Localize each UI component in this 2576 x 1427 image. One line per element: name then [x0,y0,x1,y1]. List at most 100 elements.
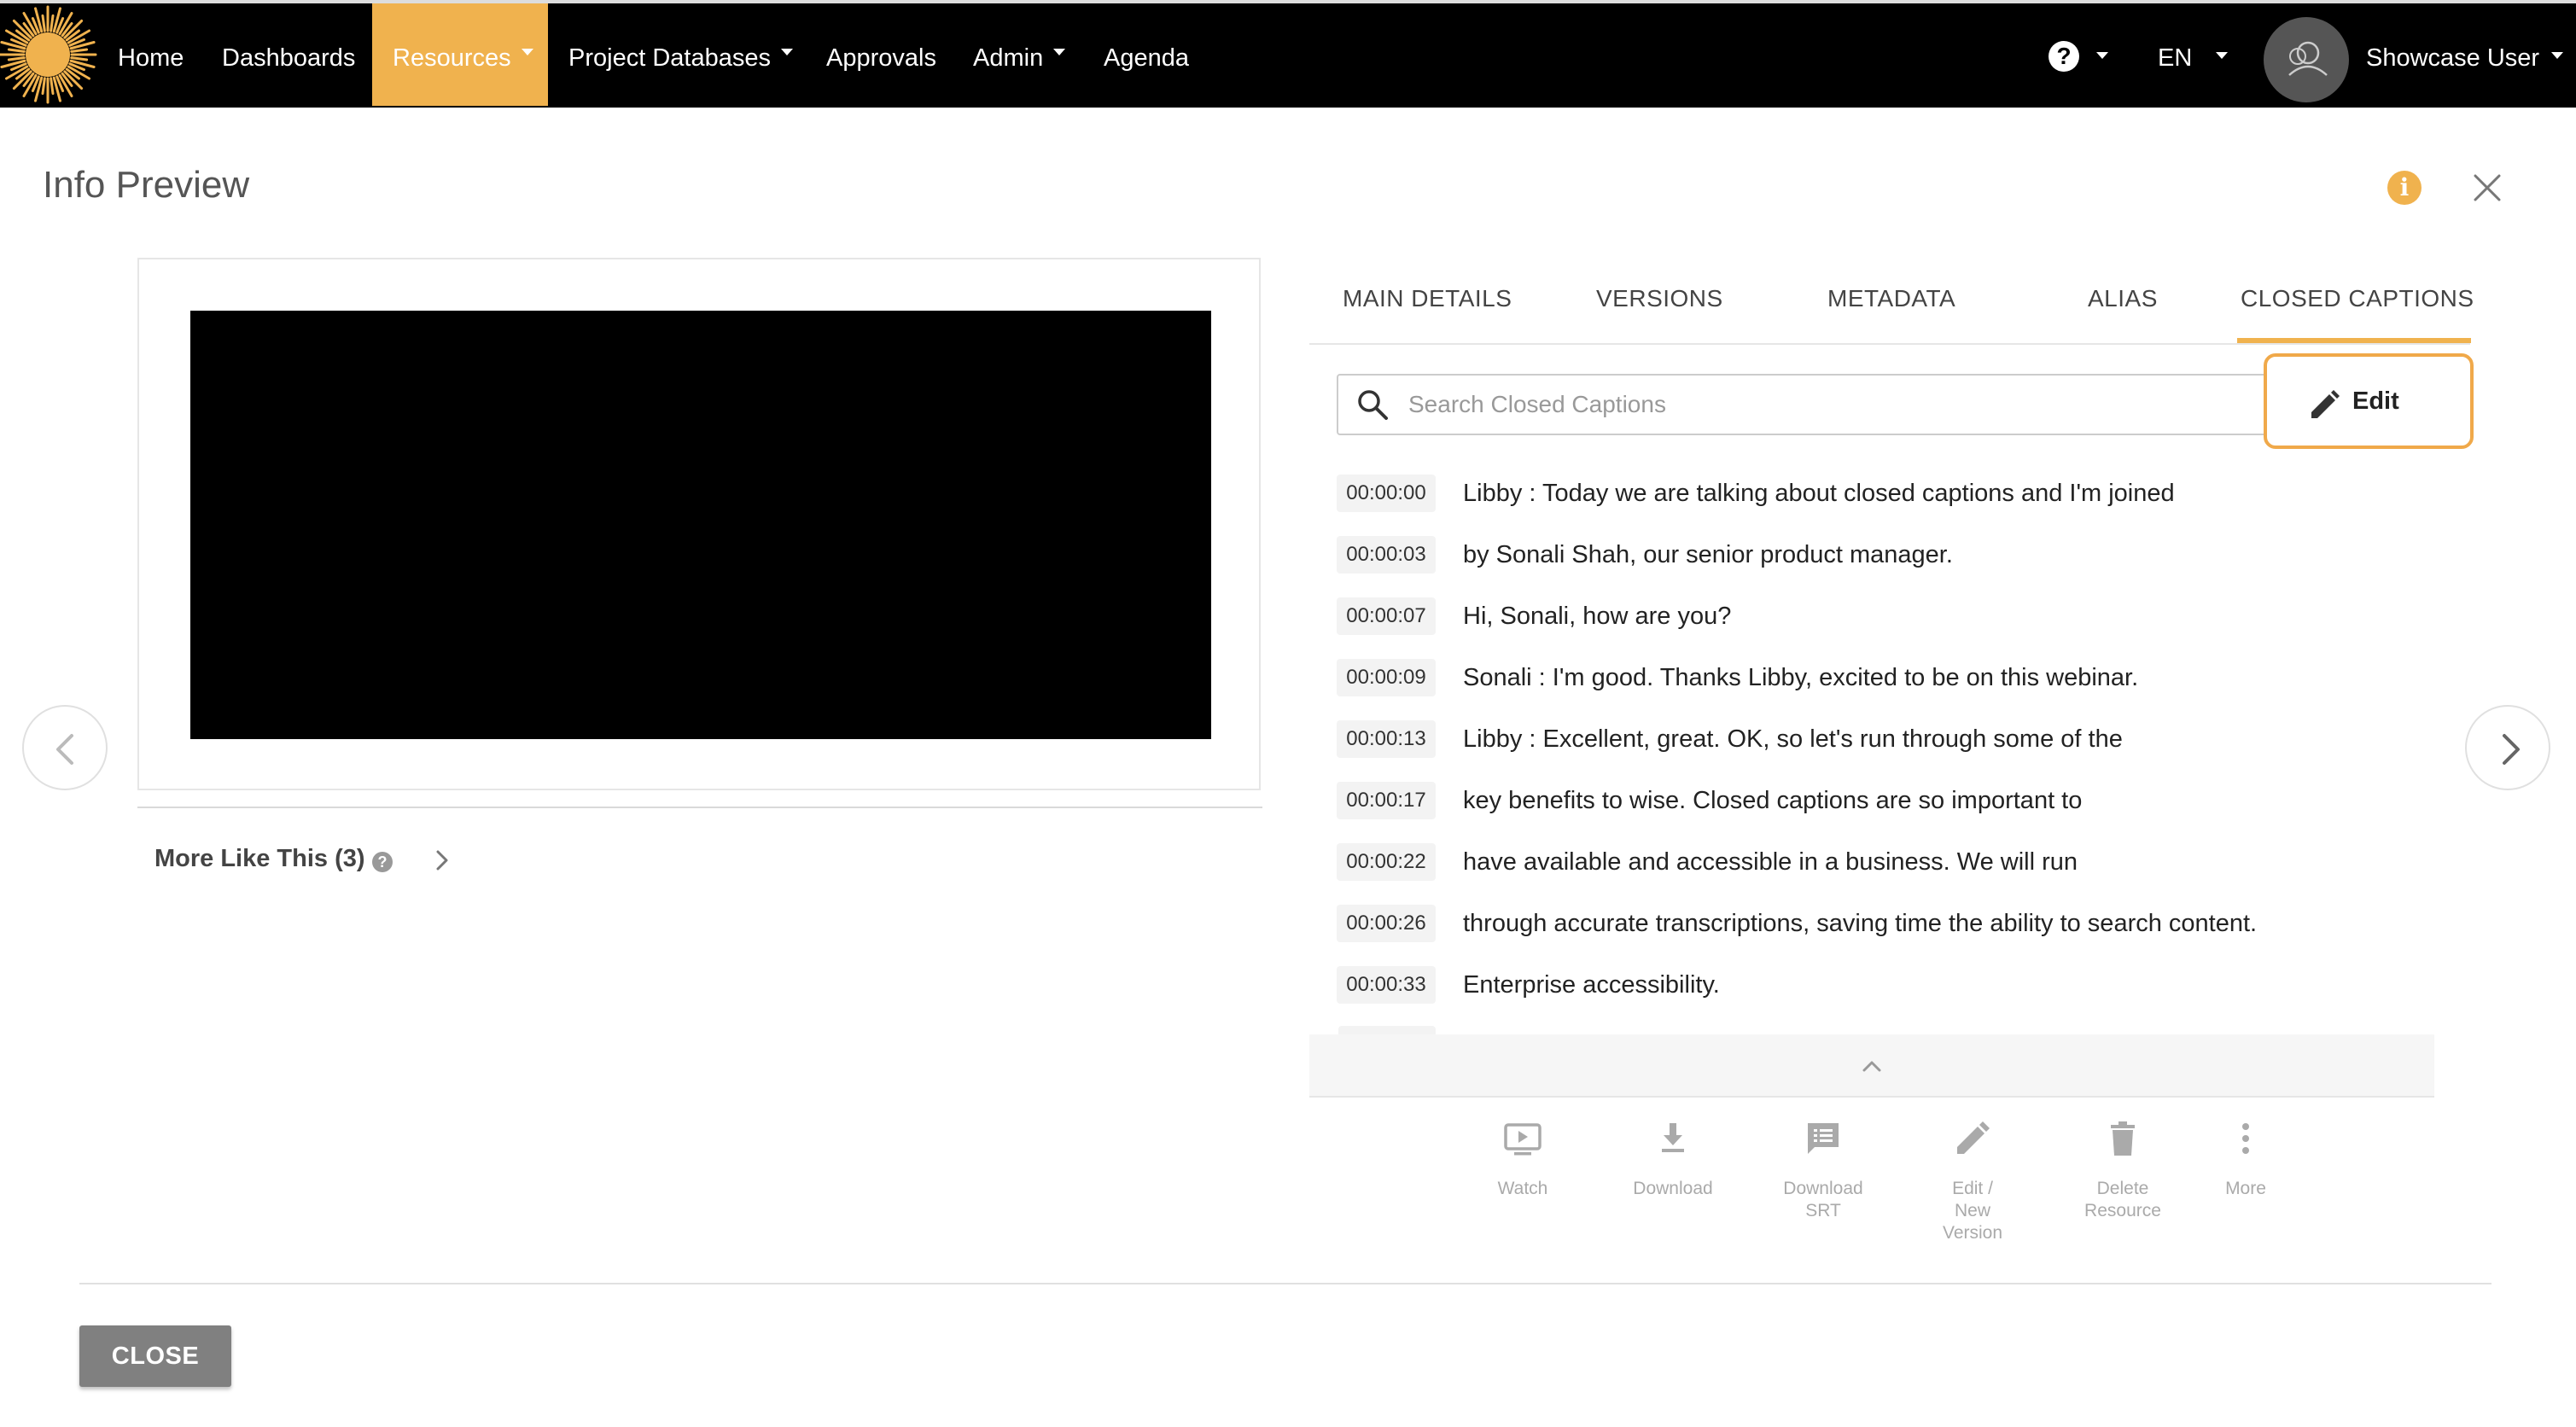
caption-timestamp[interactable]: 00:00:03 [1337,536,1436,574]
caption-timestamp[interactable]: 00:00:09 [1337,659,1436,696]
logo-ray [7,48,26,53]
edit-version-icon [1957,1121,1990,1154]
download-srt-label-line: Download [1783,1179,1863,1198]
nav-admin[interactable]: Admin [973,3,1066,106]
edit-version-label-line: Edit / [1952,1179,1993,1198]
search-placeholder: Search Closed Captions [1408,391,1666,417]
help-dropdown[interactable] [2096,3,2108,106]
delete-icon [2111,1121,2135,1156]
more-like-this-label[interactable]: More Like This (3) [154,845,365,873]
user-menu[interactable]: Showcase User [2366,3,2564,106]
download-srt-icon [1808,1123,1839,1154]
caption-text: Enterprise accessibility. [1463,971,1720,999]
brand-logo-icon[interactable] [0,2,99,104]
chevron-down-icon [2551,52,2564,59]
caption-text: key benefits to wise. Closed captions ar… [1463,787,2083,814]
active-tab-indicator [2237,338,2471,343]
caption-timestamp[interactable]: 00:00:13 [1337,720,1436,758]
more-action[interactable]: More [2190,1118,2301,1200]
top-navbar: Home Dashboards Resources Project Databa… [0,0,2576,108]
language-label: EN [2158,44,2193,72]
edit-version-label-line: New [1954,1201,1990,1220]
close-icon[interactable] [2472,172,2503,203]
nav-resources-label: Resources [393,44,511,72]
caption-timestamp[interactable]: 00:00:26 [1337,905,1436,942]
search-closed-captions-input[interactable]: Search Closed Captions [1337,374,2277,435]
logo-ray [70,48,89,53]
page-title: Info Preview [43,164,250,206]
previous-resource-button[interactable] [22,705,108,790]
caption-text: have available and accessible in a busin… [1463,848,2078,876]
download-label: Download [1617,1178,1728,1200]
edit-version-label-line: Version [1942,1223,2003,1243]
logo-ray [50,77,55,96]
caption-timestamp[interactable]: 00:00:00 [1337,475,1436,512]
nav-project-databases[interactable]: Project Databases [568,3,793,106]
nav-approvals[interactable]: Approvals [826,3,936,106]
logo-ray [41,77,46,96]
watch-label: Watch [1467,1178,1578,1200]
download-srt-label-line: SRT [1805,1201,1841,1220]
download-action[interactable]: Download [1617,1118,1728,1200]
language-selector[interactable]: EN [2158,3,2229,106]
tab-closed-captions[interactable]: CLOSED CAPTIONS [2241,285,2474,312]
tab-metadata[interactable]: METADATA [1827,285,1955,312]
close-button[interactable]: CLOSE [79,1325,231,1387]
collapse-captions-bar[interactable] [1309,1034,2434,1098]
chevron-up-icon [1862,1061,1881,1072]
edit-captions-label: Edit [2352,387,2399,415]
nav-approvals-label: Approvals [826,44,936,72]
more-like-this-help-icon[interactable]: ? [372,852,393,872]
help-icon[interactable]: ? [2049,41,2079,72]
user-name: Showcase User [2366,44,2540,72]
next-resource-button[interactable] [2465,705,2550,790]
edit-captions-button[interactable]: Edit [2264,353,2474,449]
nav-agenda-label: Agenda [1104,44,1189,72]
nav-home[interactable]: Home [118,3,184,106]
chevron-right-icon[interactable] [430,848,454,872]
logo-ray [41,14,46,32]
chevron-down-icon [2096,52,2108,59]
watch-label-line: Watch [1497,1179,1548,1198]
download-label-line: Download [1633,1179,1713,1198]
caption-text: through accurate transcriptions, saving … [1463,910,2258,937]
more-label-line: More [2225,1179,2266,1198]
chevron-left-icon [56,734,73,765]
pencil-icon [2311,390,2340,418]
watch-action[interactable]: Watch [1467,1118,1578,1200]
info-icon[interactable]: i [2387,171,2422,205]
delete-resource-label: Delete Resource [2067,1178,2178,1222]
caption-timestamp[interactable]: 00:00:22 [1337,843,1436,881]
nav-dashboards-label: Dashboards [222,44,356,72]
user-icon [2288,41,2328,76]
more-vertical-icon [2242,1123,2249,1154]
nav-resources[interactable]: Resources [372,3,548,106]
user-avatar[interactable] [2264,17,2349,102]
nav-dashboards[interactable]: Dashboards [222,3,355,106]
tab-alias[interactable]: ALIAS [2088,285,2158,312]
caption-text: by Sonali Shah, our senior product manag… [1463,541,1953,568]
caption-timestamp[interactable]: 00:00:07 [1337,597,1436,635]
preview-divider [137,807,1262,808]
edit-version-action[interactable]: Edit / New Version [1917,1118,2028,1244]
caption-timestamp[interactable]: 00:00:17 [1337,782,1436,819]
delete-resource-label-line: Resource [2084,1201,2161,1220]
nav-home-label: Home [118,44,184,72]
logo-ray [70,56,89,61]
search-icon [1358,390,1388,420]
tab-main-details[interactable]: MAIN DETAILS [1343,285,1512,312]
chevron-down-icon [780,49,793,56]
nav-project-databases-label: Project Databases [568,44,771,72]
download-srt-action[interactable]: Download SRT [1768,1118,1879,1222]
caption-timestamp[interactable]: 00:00:33 [1337,966,1436,1004]
delete-resource-action[interactable]: Delete Resource [2067,1118,2178,1222]
caption-text: Hi, Sonali, how are you? [1463,603,1732,630]
nav-admin-label: Admin [973,44,1044,72]
nav-agenda[interactable]: Agenda [1104,3,1189,106]
video-player[interactable] [190,311,1211,739]
chevron-right-icon [2503,734,2520,765]
logo-ray [50,14,55,32]
watch-icon [1504,1123,1542,1156]
tab-versions[interactable]: VERSIONS [1596,285,1723,312]
caption-text: Libby : Excellent, great. OK, so let's r… [1463,725,2123,753]
